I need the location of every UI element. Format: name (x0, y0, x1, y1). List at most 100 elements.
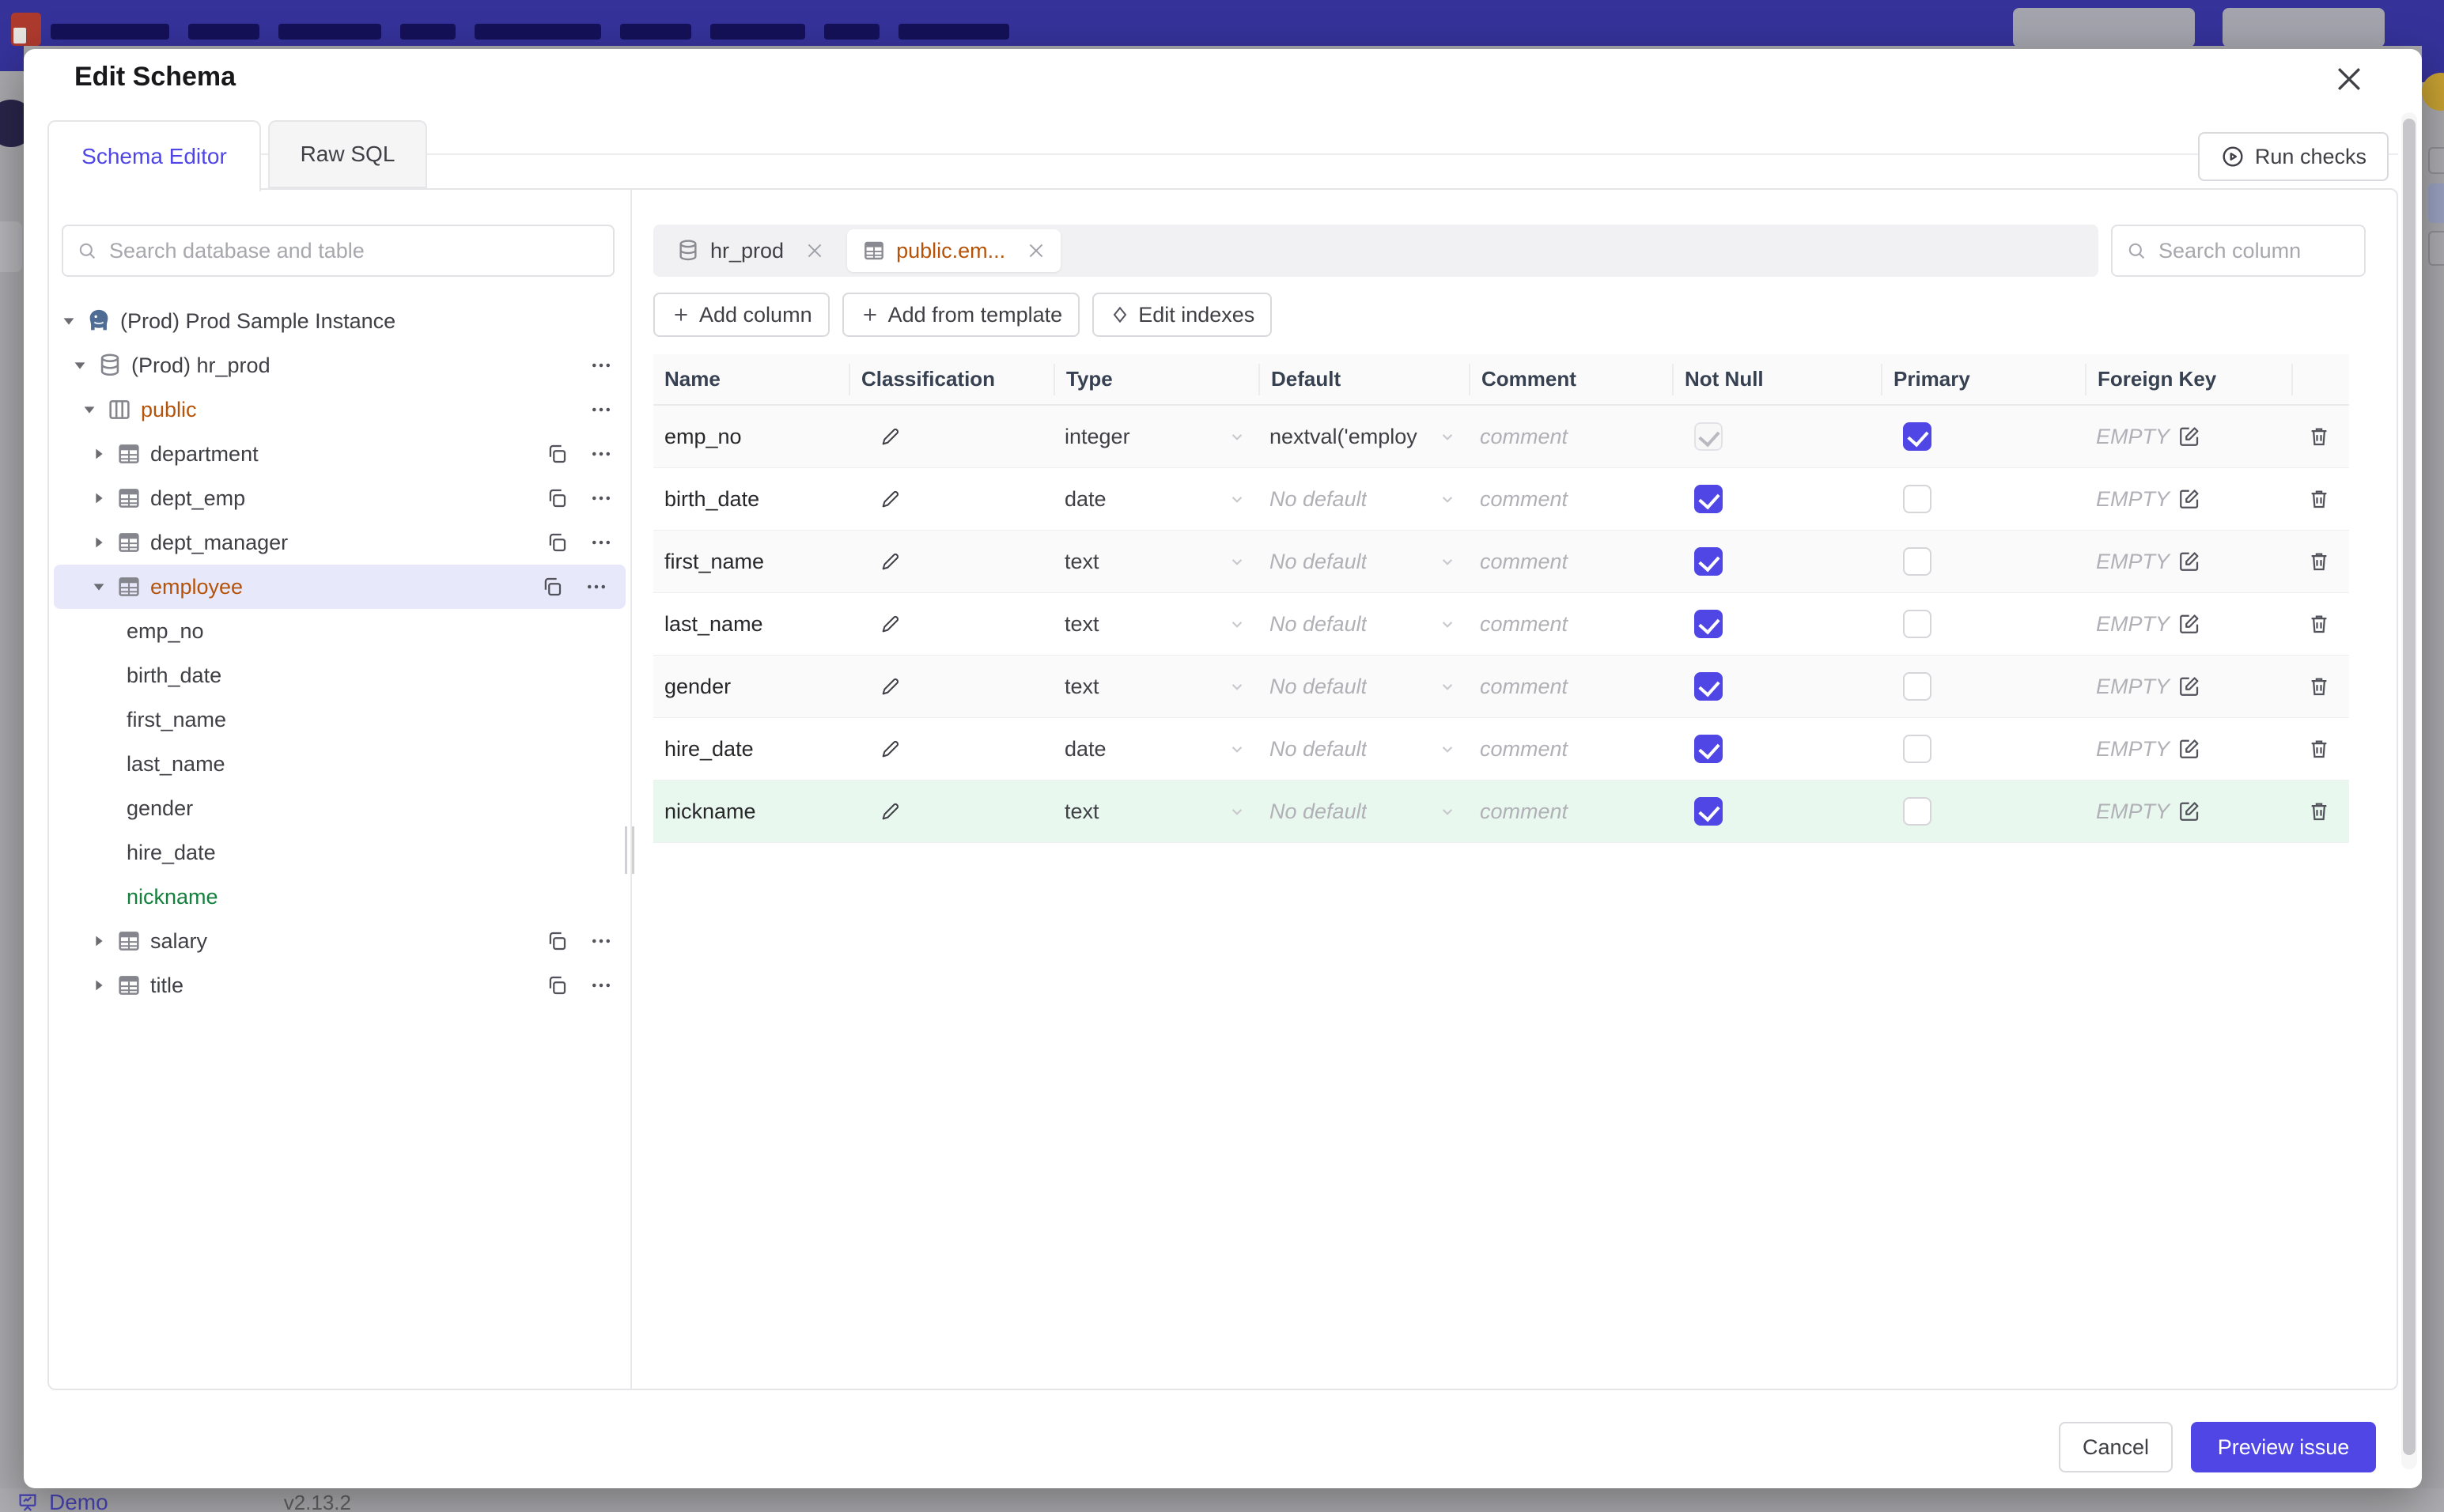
edit-icon[interactable] (2177, 675, 2201, 698)
comment-input[interactable]: comment (1469, 675, 1672, 699)
classification-cell[interactable] (849, 675, 1054, 698)
tree-item-instance[interactable]: (Prod) Prod Sample Instance (49, 299, 630, 343)
preview-issue-button[interactable]: Preview issue (2191, 1422, 2376, 1472)
tree-item-column[interactable]: gender (49, 786, 630, 830)
tree-item-column[interactable]: hire_date (49, 830, 630, 875)
default-select[interactable]: No default (1258, 487, 1469, 512)
more-actions-icon[interactable] (589, 486, 613, 510)
copy-icon[interactable] (540, 575, 564, 599)
caret-down-icon[interactable] (60, 312, 78, 330)
scrollbar-thumb[interactable] (2403, 119, 2416, 1455)
primary-checkbox[interactable] (1903, 797, 1931, 826)
not-null-checkbox[interactable] (1694, 610, 1723, 638)
caret-right-icon[interactable] (90, 932, 108, 950)
foreign-key-cell[interactable]: EMPTY (2085, 550, 2291, 574)
caret-right-icon[interactable] (90, 490, 108, 507)
pencil-icon[interactable] (879, 425, 902, 448)
caret-right-icon[interactable] (90, 445, 108, 463)
edit-indexes-button[interactable]: Edit indexes (1092, 293, 1273, 337)
pencil-icon[interactable] (879, 550, 902, 573)
edit-icon[interactable] (2177, 487, 2201, 511)
foreign-key-cell[interactable]: EMPTY (2085, 737, 2291, 762)
edit-icon[interactable] (2177, 425, 2201, 448)
type-select[interactable]: text (1054, 675, 1258, 699)
add-column-button[interactable]: Add column (653, 293, 830, 337)
tree-item-table[interactable]: department (49, 432, 630, 476)
tree-item-table[interactable]: title (49, 963, 630, 1007)
pencil-icon[interactable] (879, 675, 902, 698)
tree-item-column[interactable]: emp_no (49, 609, 630, 653)
tree-item-table[interactable]: salary (49, 919, 630, 963)
more-actions-icon[interactable] (589, 531, 613, 554)
tree-item-table[interactable]: dept_emp (49, 476, 630, 520)
default-select[interactable]: nextval('employ (1258, 425, 1469, 449)
classification-cell[interactable] (849, 737, 1054, 761)
tree-item-column[interactable]: first_name (49, 697, 630, 742)
pencil-icon[interactable] (879, 737, 902, 761)
copy-icon[interactable] (545, 973, 569, 997)
column-name-cell[interactable]: nickname (653, 799, 849, 824)
tree-item-schema[interactable]: public (49, 387, 630, 432)
type-select[interactable]: integer (1054, 425, 1258, 449)
classification-cell[interactable] (849, 612, 1054, 636)
caret-right-icon[interactable] (90, 534, 108, 551)
classification-cell[interactable] (849, 425, 1054, 448)
primary-checkbox[interactable] (1903, 547, 1931, 576)
type-select[interactable]: text (1054, 799, 1258, 824)
default-select[interactable]: No default (1258, 737, 1469, 762)
trash-icon[interactable] (2307, 425, 2331, 448)
default-select[interactable]: No default (1258, 675, 1469, 699)
column-name-cell[interactable]: last_name (653, 612, 849, 637)
close-icon[interactable] (804, 240, 825, 261)
copy-icon[interactable] (545, 531, 569, 554)
comment-input[interactable]: comment (1469, 550, 1672, 574)
more-actions-icon[interactable] (589, 442, 613, 466)
caret-down-icon[interactable] (90, 578, 108, 595)
copy-icon[interactable] (545, 929, 569, 953)
column-name-cell[interactable]: first_name (653, 550, 849, 574)
more-actions-icon[interactable] (585, 575, 608, 599)
not-null-checkbox[interactable] (1694, 735, 1723, 763)
tree-item-table[interactable]: dept_manager (49, 520, 630, 565)
column-name-cell[interactable]: emp_no (653, 425, 849, 449)
add-from-template-button[interactable]: Add from template (842, 293, 1080, 337)
copy-icon[interactable] (545, 442, 569, 466)
caret-down-icon[interactable] (71, 357, 89, 374)
default-select[interactable]: No default (1258, 550, 1469, 574)
more-actions-icon[interactable] (589, 398, 613, 421)
edit-icon[interactable] (2177, 550, 2201, 573)
trash-icon[interactable] (2307, 487, 2331, 511)
type-select[interactable]: text (1054, 612, 1258, 637)
foreign-key-cell[interactable]: EMPTY (2085, 675, 2291, 699)
comment-input[interactable]: comment (1469, 425, 1672, 449)
primary-checkbox[interactable] (1903, 672, 1931, 701)
primary-checkbox[interactable] (1903, 610, 1931, 638)
default-select[interactable]: No default (1258, 612, 1469, 637)
default-select[interactable]: No default (1258, 799, 1469, 824)
pencil-icon[interactable] (879, 487, 902, 511)
type-select[interactable]: date (1054, 487, 1258, 512)
tree-item-column[interactable]: birth_date (49, 653, 630, 697)
comment-input[interactable]: comment (1469, 487, 1672, 512)
close-icon[interactable] (2332, 62, 2366, 96)
more-actions-icon[interactable] (589, 929, 613, 953)
tree-item-column[interactable]: last_name (49, 742, 630, 786)
foreign-key-cell[interactable]: EMPTY (2085, 612, 2291, 637)
more-actions-icon[interactable] (589, 353, 613, 377)
classification-cell[interactable] (849, 799, 1054, 823)
classification-cell[interactable] (849, 550, 1054, 573)
not-null-checkbox[interactable] (1694, 547, 1723, 576)
tab-chip-database[interactable]: hr_prod (661, 229, 839, 272)
trash-icon[interactable] (2307, 612, 2331, 636)
not-null-checkbox[interactable] (1694, 672, 1723, 701)
edit-icon[interactable] (2177, 799, 2201, 823)
database-search-input[interactable] (62, 225, 615, 277)
classification-cell[interactable] (849, 487, 1054, 511)
primary-checkbox[interactable] (1903, 735, 1931, 763)
tree-item-database[interactable]: (Prod) hr_prod (49, 343, 630, 387)
edit-icon[interactable] (2177, 612, 2201, 636)
not-null-checkbox[interactable] (1694, 797, 1723, 826)
primary-checkbox[interactable] (1903, 422, 1931, 451)
foreign-key-cell[interactable]: EMPTY (2085, 799, 2291, 824)
pencil-icon[interactable] (879, 612, 902, 636)
